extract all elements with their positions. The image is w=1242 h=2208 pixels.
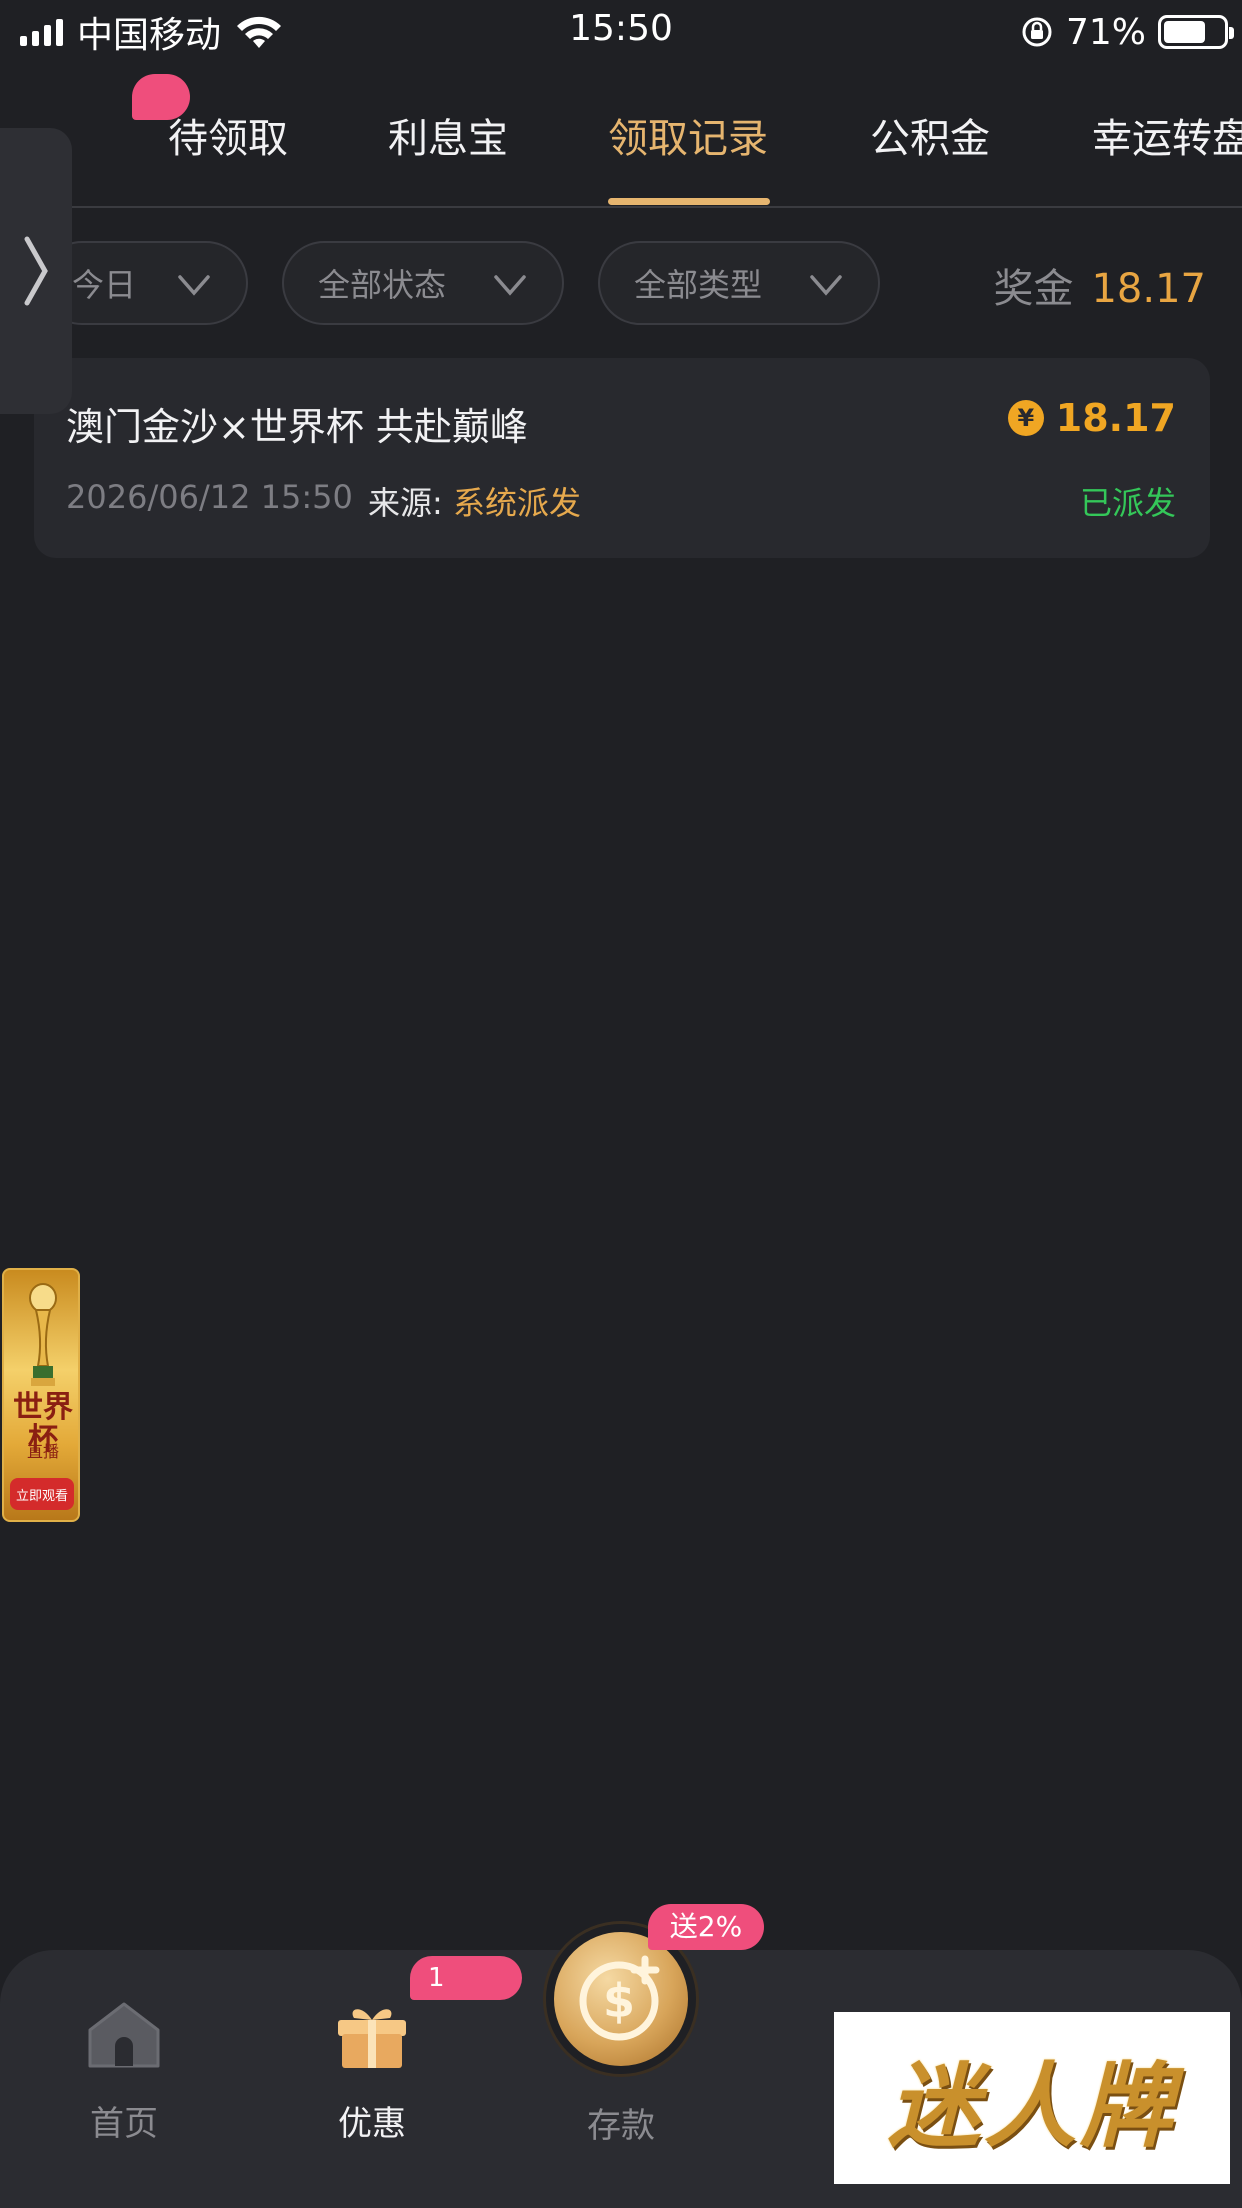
nav-item-home[interactable]: 首页 (34, 1998, 214, 2145)
brand-watermark: 迷人牌 (834, 2012, 1230, 2184)
nav-label-deposit: 存款 (587, 2106, 655, 2146)
record-source-label: 来源: (368, 484, 443, 522)
chevron-right-icon (24, 236, 48, 306)
tab-lucky-wheel[interactable]: 幸运转盘 (1092, 106, 1242, 164)
tab-pending[interactable]: 待领取 (168, 106, 288, 164)
record-card[interactable]: 澳门金沙×世界杯 共赴巅峰 ¥ 18.17 2026/06/12 15:50 来… (34, 358, 1210, 558)
home-icon (88, 2002, 160, 2068)
bonus-total: 奖金 18.17 (993, 256, 1206, 314)
chevron-down-icon (494, 275, 526, 296)
tab-interest[interactable]: 利息宝 (388, 106, 508, 164)
tab-bar: ‹ 待领取 利息宝 领取记录 公积金 幸运转盘 (0, 62, 1242, 208)
yuan-coin-icon: ¥ (1007, 400, 1044, 436)
status-bar: 中国移动 15:50 71% (0, 0, 1242, 62)
type-filter-dropdown[interactable]: 全部类型 (598, 241, 880, 325)
battery-percentage: 71% (1065, 11, 1146, 53)
deposit-bonus-badge: 送2% (648, 1904, 764, 1950)
battery-icon (1158, 15, 1234, 49)
nav-item-promotions[interactable]: 优惠 (282, 1998, 462, 2145)
record-amount-value: 18.17 (1055, 396, 1176, 440)
trophy-icon (29, 1283, 57, 1386)
record-datetime: 2026/06/12 15:50 (66, 478, 353, 516)
type-filter-label: 全部类型 (634, 266, 763, 304)
record-amount: ¥ 18.17 (1007, 396, 1176, 440)
tab-claim-records[interactable]: 领取记录 (608, 106, 768, 164)
chevron-down-icon (178, 275, 210, 296)
tab-provident-fund[interactable]: 公积金 (870, 106, 990, 164)
status-filter-label: 全部状态 (318, 266, 447, 304)
deposit-coin-icon: $ (579, 1955, 660, 2041)
rotation-lock-icon (1022, 17, 1052, 47)
watermark-text: 迷人牌 (887, 2051, 1176, 2160)
status-filter-dropdown[interactable]: 全部状态 (282, 241, 564, 325)
svg-text:$: $ (603, 1974, 635, 2028)
active-tab-indicator (608, 198, 770, 205)
ad-watch-button[interactable]: 立即观看 (10, 1478, 74, 1510)
bonus-value: 18.17 (1091, 266, 1206, 312)
date-filter-label: 今日 (72, 266, 137, 304)
world-cup-floating-ad[interactable]: 世界杯 直播 立即观看 (2, 1268, 80, 1522)
record-source-value: 系统派发 (452, 484, 581, 522)
chevron-down-icon (810, 275, 842, 296)
record-source: 来源: 系统派发 (368, 478, 581, 524)
promotions-count-badge: 1 (410, 1956, 522, 2000)
gift-icon (338, 2009, 406, 2068)
record-title: 澳门金沙×世界杯 共赴巅峰 (66, 405, 528, 449)
side-drawer-handle[interactable] (0, 128, 72, 414)
nav-label-promotions: 优惠 (338, 2104, 406, 2144)
record-status: 已派发 (1079, 484, 1176, 522)
ad-subtitle: 直播 (26, 1442, 59, 1461)
bonus-label: 奖金 (993, 266, 1074, 312)
filter-bar: 今日 全部状态 全部类型 奖金 18.17 (0, 238, 1242, 328)
nav-label-home: 首页 (90, 2104, 158, 2144)
